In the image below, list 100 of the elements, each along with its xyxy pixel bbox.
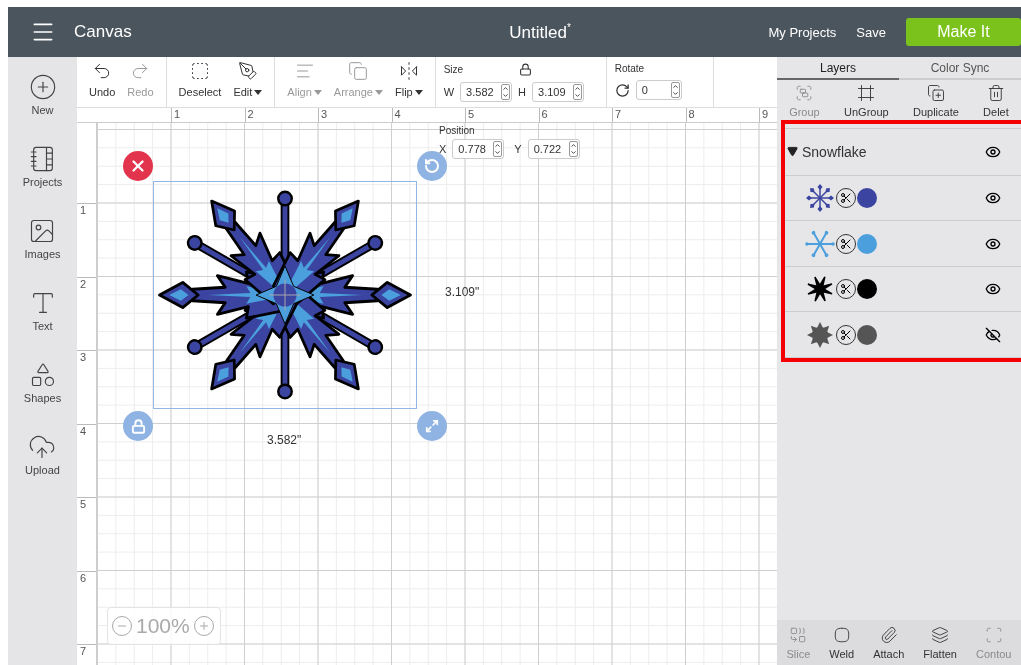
y-label: Y	[514, 143, 522, 155]
layer-action-button[interactable]: Attach	[873, 625, 905, 660]
rotate-field[interactable]: 0	[635, 80, 682, 100]
sidebar-item[interactable]: Images	[24, 217, 61, 273]
chevron-down-icon[interactable]	[494, 149, 502, 156]
app-name: Canvas	[74, 22, 132, 42]
width-dimension: 3.582"	[267, 433, 302, 447]
layer-action-button[interactable]: Weld	[829, 625, 855, 660]
toolbar-button[interactable]: Deselect	[176, 61, 224, 107]
rotate-icon	[614, 82, 630, 98]
shape-outline-icon	[832, 625, 851, 644]
chevron-down-icon[interactable]	[502, 92, 510, 99]
ruler-number: 5	[465, 108, 539, 122]
height-field[interactable]: 3.109	[532, 82, 585, 102]
zoom-level: 100%	[136, 614, 190, 638]
ruler-number: 4	[77, 423, 96, 497]
toolbar-button[interactable]: Undo	[87, 61, 118, 107]
size-label: Size	[443, 64, 464, 75]
height-dimension: 3.109"	[445, 285, 480, 299]
caret-icon	[414, 89, 423, 95]
caret-icon	[313, 89, 322, 95]
ruler-number: 8	[685, 108, 759, 122]
height-label: H	[518, 86, 527, 98]
color-dot[interactable]	[857, 279, 877, 300]
header-link[interactable]: Save	[856, 24, 886, 40]
sidebar-item[interactable]: New	[28, 73, 57, 129]
layer-action-button[interactable]: Flatten	[923, 625, 957, 660]
dashed-frame-icon	[984, 625, 1003, 644]
layer-action-button[interactable]: UnGroup	[844, 84, 889, 120]
width-field[interactable]: 3.582	[460, 82, 513, 102]
lock-handle[interactable]	[123, 411, 153, 441]
spinner-control[interactable]	[493, 141, 503, 157]
x-field[interactable]: 0.778	[452, 139, 505, 159]
chevron-up-icon[interactable]	[671, 83, 679, 90]
chevron-up-icon[interactable]	[574, 85, 582, 92]
flip-icon	[398, 61, 419, 81]
toolbar-button[interactable]: Edit	[231, 61, 265, 107]
y-field[interactable]: 0.722	[527, 139, 580, 159]
spinner-control[interactable]	[670, 82, 680, 98]
pen-icon	[237, 61, 258, 81]
sidebar-item[interactable]: Text	[28, 289, 57, 345]
color-dot[interactable]	[857, 324, 877, 345]
snowflake-thumbnail	[805, 182, 835, 213]
width-label: W	[443, 86, 455, 98]
snowflake-thumbnail	[805, 228, 835, 259]
triangle-icon[interactable]	[787, 146, 798, 158]
eye-off-icon[interactable]	[985, 326, 1001, 343]
delete-handle[interactable]	[123, 151, 153, 181]
caret-icon	[254, 89, 263, 95]
sidebar-item[interactable]: Upload	[25, 433, 60, 489]
ruler-number: 7	[77, 644, 96, 665]
cloud-upload-icon	[28, 433, 57, 461]
sidebar-item[interactable]: Projects	[22, 145, 63, 201]
ruler-number: 1	[171, 108, 245, 122]
layer-group-row[interactable]: Snowflake	[785, 128, 1021, 176]
chevron-up-icon[interactable]	[502, 85, 510, 92]
spinner-control[interactable]	[568, 141, 578, 157]
rotate-label: Rotate	[614, 63, 646, 74]
frame-corners-icon	[857, 84, 876, 102]
document-title: Untitled$^{*}$	[508, 21, 572, 43]
ruler-number: 6	[77, 570, 96, 644]
lock-icon[interactable]	[519, 63, 533, 76]
stacked-squares-icon	[348, 61, 369, 81]
color-dot[interactable]	[857, 187, 877, 208]
position-label: Position	[439, 125, 476, 136]
chevron-down-icon[interactable]	[671, 90, 679, 97]
x-label: X	[439, 143, 447, 155]
chevron-up-icon[interactable]	[569, 142, 577, 149]
chevron-up-icon[interactable]	[494, 142, 502, 149]
toolbar-button[interactable]: Flip	[392, 61, 425, 107]
chevron-down-icon[interactable]	[569, 149, 577, 156]
ruler-number: 4	[391, 108, 465, 122]
ruler-number: 6	[538, 108, 612, 122]
chevron-down-icon[interactable]	[574, 92, 582, 99]
ruler-number: 2	[244, 108, 318, 122]
ruler-number: 2	[77, 276, 96, 350]
panel-tab[interactable]: Layers	[777, 57, 899, 80]
layer-action-button[interactable]: Delet	[983, 84, 1009, 120]
trash-icon	[986, 84, 1005, 102]
dashed-square-icon	[190, 61, 210, 81]
group-icon	[795, 84, 814, 102]
spinner-control[interactable]	[501, 84, 511, 100]
panel-tab[interactable]: Color Sync	[899, 57, 1021, 80]
spinner-control[interactable]	[573, 84, 583, 100]
layer-action-button[interactable]: Duplicate	[912, 84, 959, 120]
sidebar-item[interactable]: Shapes	[23, 361, 62, 417]
layer-group-name: Snowflake	[802, 143, 868, 160]
header-link[interactable]: My Projects	[768, 24, 837, 40]
rotate-handle[interactable]	[417, 151, 447, 181]
ruler-number: 1	[77, 203, 96, 277]
ruler-number: 7	[612, 108, 686, 122]
ruler-number: 5	[77, 497, 96, 571]
layers-icon	[931, 625, 950, 644]
ruler-number: 3	[77, 350, 96, 424]
plus-circle-icon	[28, 73, 57, 101]
plus-icon	[197, 620, 210, 632]
color-dot[interactable]	[857, 233, 877, 254]
resize-handle[interactable]	[417, 411, 447, 441]
overlap-icon	[789, 625, 808, 644]
ruler-number: 3	[318, 108, 392, 122]
